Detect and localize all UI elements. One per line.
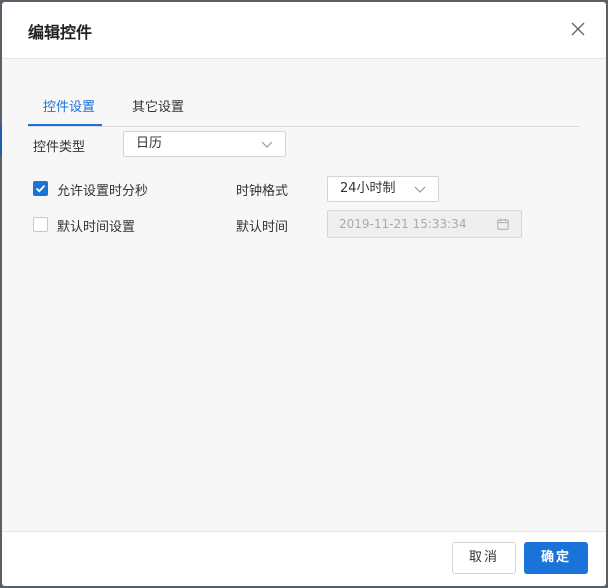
control-type-select[interactable]: 日历: [123, 131, 286, 157]
default-time-setting-checkbox[interactable]: [33, 217, 48, 232]
allow-seconds-checkbox[interactable]: [33, 181, 48, 196]
edit-control-dialog: 编辑控件 控件设置 其它设置 控件类型 日历 允许设置时分秒 时钟格式 24小时…: [2, 2, 606, 586]
default-time-label: 默认时间: [236, 220, 289, 235]
tab-other-settings[interactable]: 其它设置: [132, 96, 184, 125]
tab-bar: 控件设置 其它设置: [28, 86, 580, 127]
control-type-value: 日历: [136, 136, 163, 151]
tab-control-settings[interactable]: 控件设置: [43, 96, 95, 125]
control-type-label: 控件类型: [33, 140, 86, 155]
calendar-icon: [497, 218, 509, 230]
default-time-input[interactable]: 2019-11-21 15:33:34: [327, 210, 522, 238]
clock-format-select[interactable]: 24小时制: [327, 176, 439, 202]
allow-seconds-label: 允许设置时分秒: [57, 184, 149, 199]
chevron-down-icon: [261, 141, 273, 148]
clock-format-value: 24小时制: [340, 181, 396, 196]
confirm-button[interactable]: 确定: [524, 542, 588, 574]
close-icon[interactable]: [570, 21, 586, 37]
check-icon: [35, 184, 46, 193]
dialog-header: 编辑控件: [2, 2, 606, 59]
chevron-down-icon: [414, 186, 426, 193]
dialog-footer: 取消 确定: [2, 531, 606, 586]
dialog-title: 编辑控件: [28, 23, 93, 42]
default-time-setting-label: 默认时间设置: [57, 220, 136, 235]
clock-format-label: 时钟格式: [236, 184, 289, 199]
cancel-button[interactable]: 取消: [452, 542, 516, 574]
active-tab-indicator: [28, 124, 102, 126]
default-time-value: 2019-11-21 15:33:34: [339, 217, 467, 231]
